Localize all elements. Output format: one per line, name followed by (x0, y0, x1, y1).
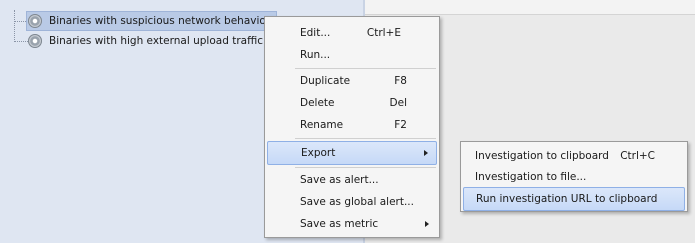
detail-panel-header (365, 0, 695, 15)
menu-item-edit[interactable]: Edit... Ctrl+E (267, 22, 437, 44)
menu-separator (295, 167, 436, 168)
tree-item-label: Binaries with suspicious network behavio… (49, 15, 271, 27)
menu-item-rename[interactable]: Rename F2 (267, 114, 437, 136)
menu-item-save-as-alert[interactable]: Save as alert... (267, 169, 437, 191)
tree-connector-line (14, 10, 15, 40)
submenu-arrow-icon (425, 221, 429, 227)
menu-item-export[interactable]: Export (267, 141, 437, 165)
context-menu: Edit... Ctrl+E Run... Duplicate F8 Delet… (264, 16, 440, 238)
tree-connector-line (14, 21, 28, 22)
gear-icon (27, 33, 43, 49)
menu-separator (295, 68, 436, 69)
menu-item-save-as-global-alert[interactable]: Save as global alert... (267, 191, 437, 213)
tree-connector-line (14, 41, 28, 42)
tree-item-suspicious-network[interactable]: Binaries with suspicious network behavio… (25, 11, 278, 31)
shortcut-text: Ctrl+E (366, 27, 401, 39)
menu-item-investigation-to-file[interactable]: Investigation to file... (463, 166, 685, 188)
menu-separator (295, 138, 436, 139)
menu-item-duplicate[interactable]: Duplicate F8 (267, 70, 437, 92)
menu-item-delete[interactable]: Delete Del (267, 92, 437, 114)
shortcut-text: Ctrl+C (620, 150, 655, 162)
menu-item-save-as-metric[interactable]: Save as metric (267, 213, 437, 235)
shortcut-text: F2 (394, 119, 407, 131)
menu-item-run[interactable]: Run... (267, 44, 437, 66)
shortcut-text: F8 (394, 75, 407, 87)
gear-icon (27, 13, 43, 29)
export-submenu: Investigation to clipboard Ctrl+C Invest… (460, 141, 688, 212)
tree-item-high-upload[interactable]: Binaries with high external upload traff… (27, 32, 263, 50)
menu-item-investigation-to-clipboard[interactable]: Investigation to clipboard Ctrl+C (463, 145, 685, 167)
submenu-arrow-icon (424, 150, 428, 156)
shortcut-text: Del (389, 97, 407, 109)
tree-item-label: Binaries with high external upload traff… (49, 35, 263, 47)
menu-item-run-investigation-url[interactable]: Run investigation URL to clipboard (463, 187, 685, 211)
